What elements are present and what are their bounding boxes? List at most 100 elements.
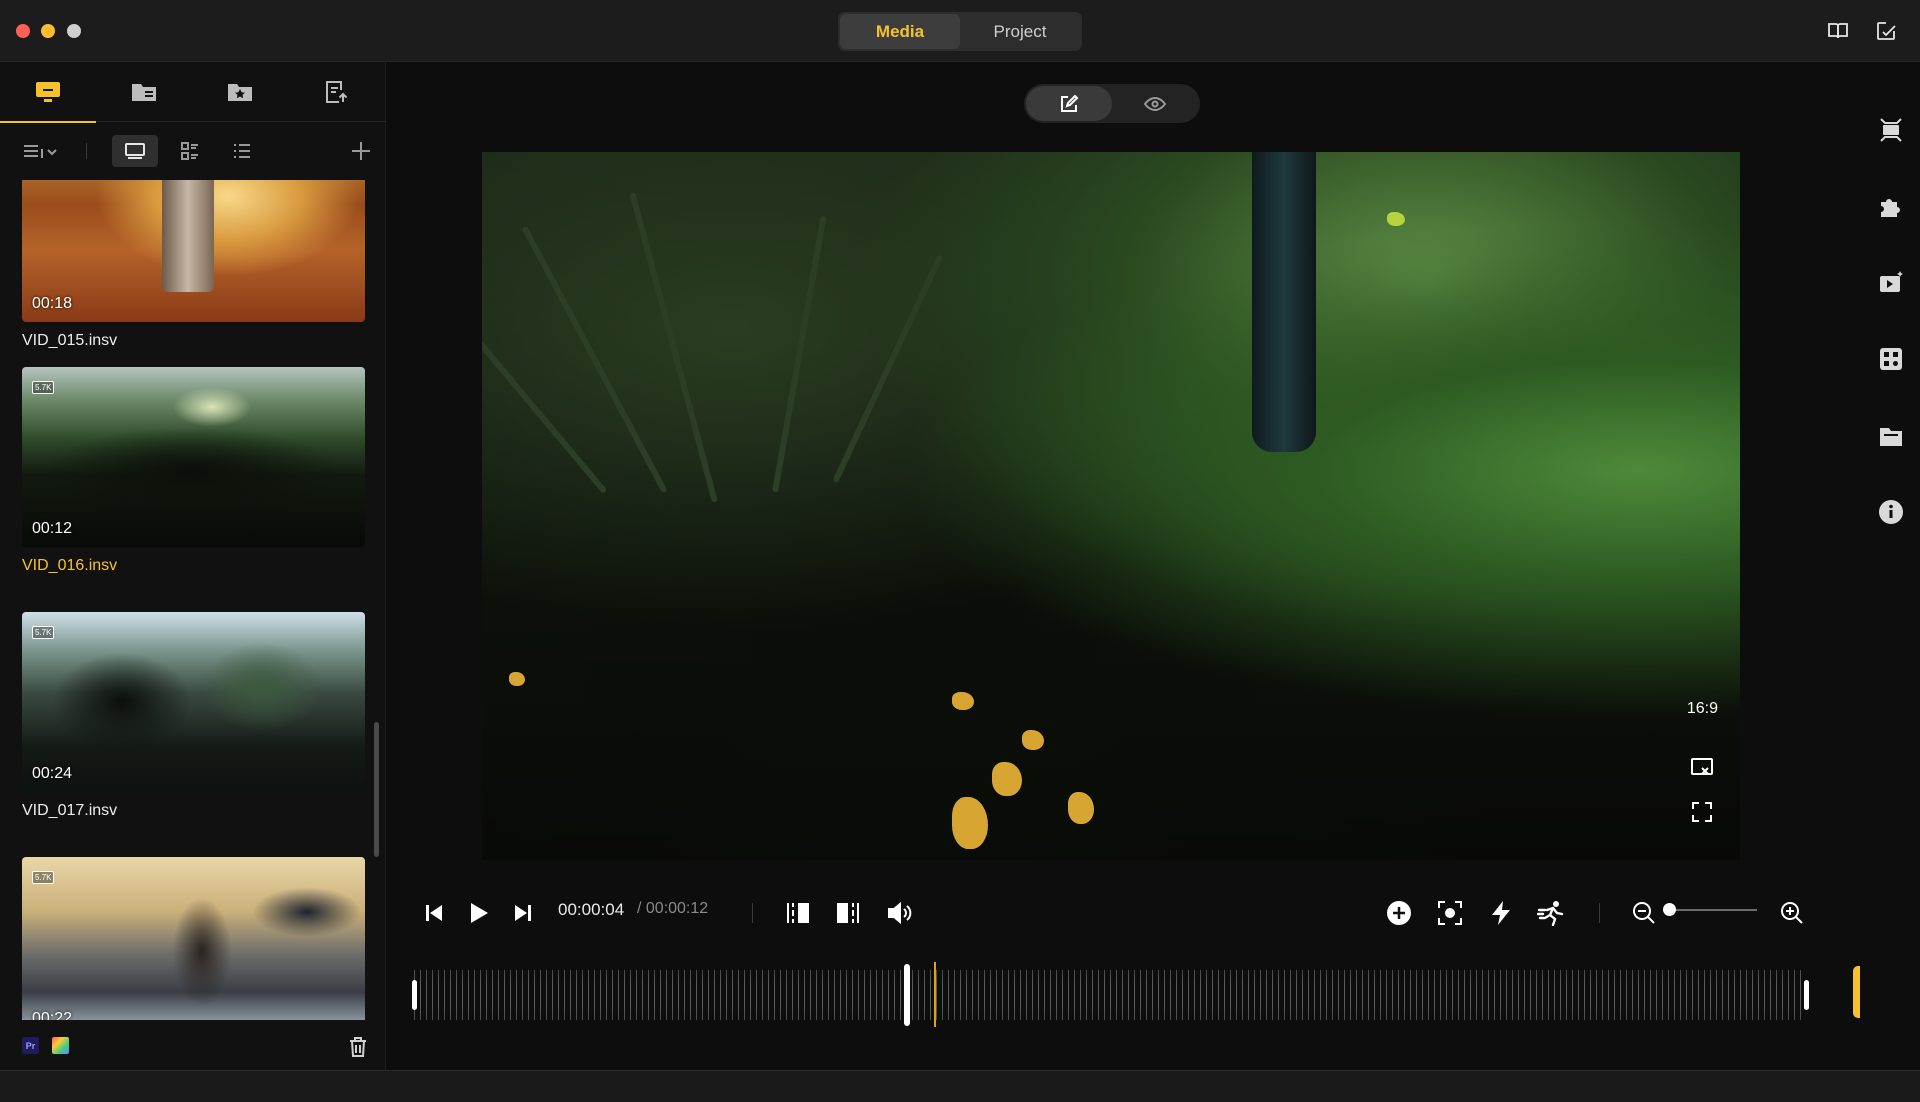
media-filename: VID_015.insv <box>22 332 118 349</box>
media-thumbnail[interactable]: 5.7K 00:12 <box>22 367 365 547</box>
video-preview[interactable]: 16:9 <box>482 152 1740 860</box>
play-button[interactable] <box>463 898 493 928</box>
zoom-in-icon <box>1781 902 1803 924</box>
template-tool-button[interactable] <box>1877 345 1905 373</box>
tab-export-list[interactable] <box>288 62 384 122</box>
fullscreen-icon[interactable] <box>1690 800 1714 824</box>
feedback-edit-icon[interactable] <box>1874 19 1898 43</box>
deep-track-button[interactable] <box>1435 898 1465 928</box>
trim-start-button[interactable] <box>783 898 813 928</box>
folder-tool-button[interactable] <box>1877 422 1905 450</box>
skip-forward-icon <box>515 905 531 921</box>
preview-frame <box>772 215 827 493</box>
library-tabs <box>0 62 386 123</box>
zoom-slider-handle[interactable] <box>1663 903 1676 916</box>
skip-back-icon <box>426 905 442 921</box>
view-mode-button[interactable] <box>1112 86 1198 121</box>
media-duration: 00:12 <box>32 520 73 537</box>
media-filename: VID_017.insv <box>22 802 118 819</box>
speed-button[interactable] <box>1486 898 1516 928</box>
target-track-icon <box>1438 901 1462 925</box>
large-thumbnail-view-button[interactable] <box>112 135 158 167</box>
media-card-vid-018[interactable]: 5.7K 00:22 <box>22 857 365 1020</box>
final-cut-icon[interactable] <box>52 1037 69 1054</box>
folder-tool-icon <box>1880 428 1902 446</box>
media-card-vid-017[interactable]: 5.7K 00:24 VID_017.insv <box>22 612 365 824</box>
media-card-vid-016[interactable]: 5.7K 00:12 VID_016.insv <box>22 367 365 579</box>
project-mode-tab[interactable]: Project <box>960 14 1080 49</box>
thumbnail-highlight <box>172 387 252 427</box>
preview-frame <box>952 692 974 710</box>
thumbnail-image <box>202 642 322 732</box>
thumbnail-image <box>52 652 192 752</box>
media-list-scrollbar[interactable] <box>374 722 379 857</box>
volume-button[interactable] <box>885 898 915 928</box>
monitor-icon <box>36 82 60 102</box>
preview-frame <box>992 762 1022 796</box>
add-circle-icon <box>1387 901 1411 925</box>
aspect-ratio-label[interactable]: 16:9 <box>1687 700 1718 718</box>
book-icon[interactable] <box>1826 19 1850 43</box>
camera-tool-button[interactable] <box>1877 116 1905 144</box>
sort-dropdown[interactable] <box>18 135 62 167</box>
add-media-button[interactable] <box>346 135 376 167</box>
thumbnail-image <box>172 897 232 1007</box>
sidebar-footer: Pr <box>0 1020 386 1070</box>
trim-end-button[interactable] <box>833 898 863 928</box>
preview-frame <box>832 254 944 484</box>
tab-favorites[interactable] <box>192 62 288 122</box>
right-toolbar <box>1860 62 1920 1070</box>
trash-icon[interactable] <box>348 1036 368 1058</box>
keyframe-marker[interactable] <box>934 962 936 1027</box>
grid-template-icon <box>1880 348 1902 370</box>
status-bar <box>0 1070 1920 1102</box>
camera-icon <box>1880 118 1902 142</box>
add-keyframe-button[interactable] <box>1384 898 1414 928</box>
grid-view-button[interactable] <box>170 135 210 167</box>
preview-frame <box>509 672 525 686</box>
resolution-badge: 5.7K <box>32 871 55 884</box>
preview-frame <box>1068 792 1094 824</box>
zoom-slider[interactable] <box>1669 909 1757 911</box>
thumbnail-image <box>252 887 362 937</box>
zoom-in-button[interactable] <box>1777 898 1807 928</box>
close-window-button[interactable] <box>16 24 30 38</box>
ai-clip-tool-button[interactable] <box>1877 269 1905 297</box>
edit-mode-button[interactable] <box>1026 86 1112 121</box>
controls-divider <box>752 903 753 923</box>
next-frame-button[interactable] <box>508 898 538 928</box>
play-icon <box>471 903 488 923</box>
editor-area: 16:9 00:00:04 / 00:00:12 <box>386 62 1905 1070</box>
media-sidebar: 00:18 VID_015.insv 5.7K 00:12 VID_016.in… <box>0 62 386 1070</box>
previous-frame-button[interactable] <box>419 898 449 928</box>
preview-frame <box>521 225 668 494</box>
plugin-tool-button[interactable] <box>1877 192 1905 220</box>
media-card-vid-015[interactable]: 00:18 VID_015.insv <box>22 180 365 354</box>
tab-local-media[interactable] <box>0 62 96 123</box>
motion-button[interactable] <box>1536 898 1566 928</box>
trim-start-handle[interactable] <box>412 980 417 1010</box>
media-thumbnail[interactable]: 00:18 <box>22 180 365 322</box>
reframe-icon[interactable] <box>1690 755 1714 779</box>
minimize-window-button[interactable] <box>41 24 55 38</box>
resolution-badge: 5.7K <box>32 626 55 639</box>
zoom-out-button[interactable] <box>1629 898 1659 928</box>
preview-frame <box>1022 730 1044 750</box>
media-mode-tab[interactable]: Media <box>840 14 960 49</box>
media-thumbnail[interactable]: 5.7K 00:24 <box>22 612 365 792</box>
video-sparkle-icon <box>1880 271 1903 292</box>
thumbnail-image <box>42 427 342 517</box>
zoom-window-button[interactable] <box>67 24 81 38</box>
media-filename: VID_016.insv <box>22 557 118 574</box>
trim-start-icon <box>787 903 809 923</box>
resolution-badge: 5.7K <box>32 381 55 394</box>
playhead[interactable] <box>904 964 910 1026</box>
tab-folders[interactable] <box>96 62 192 122</box>
export-list-icon <box>326 81 348 103</box>
premiere-pro-icon[interactable]: Pr <box>22 1037 39 1054</box>
trim-end-handle[interactable] <box>1804 980 1809 1010</box>
info-icon <box>1879 500 1903 524</box>
info-button[interactable] <box>1877 498 1905 526</box>
list-view-button[interactable] <box>222 135 262 167</box>
media-thumbnail[interactable]: 5.7K 00:22 <box>22 857 365 1020</box>
